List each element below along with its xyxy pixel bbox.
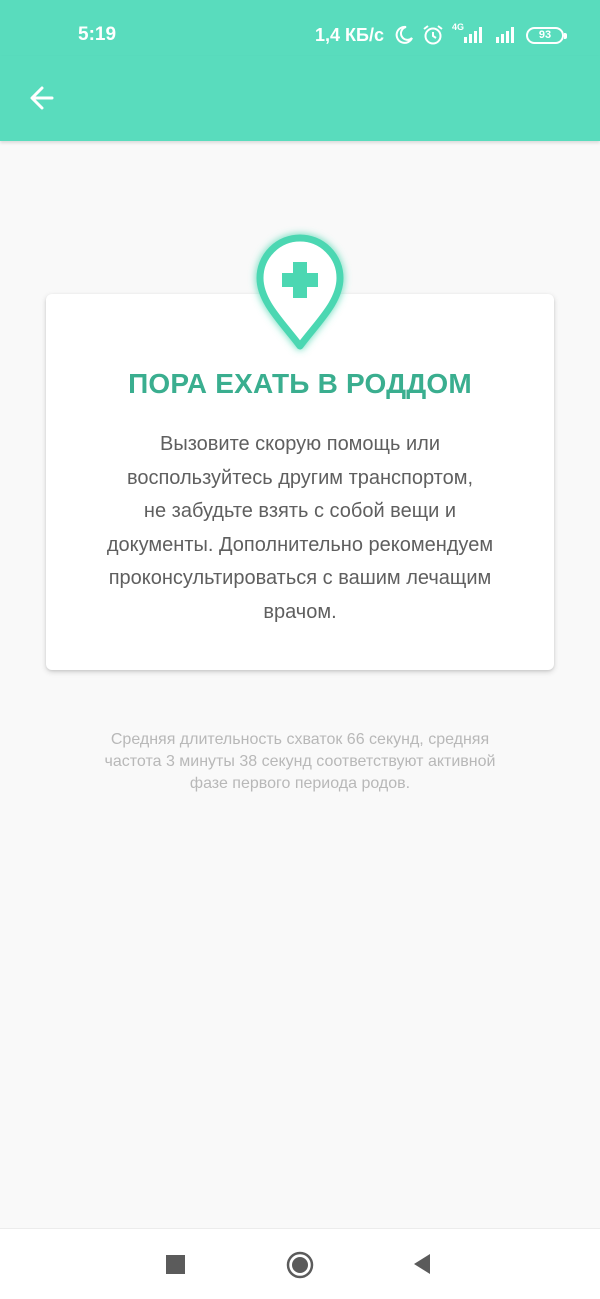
back-triangle-icon[interactable] (412, 1253, 432, 1275)
arrow-left-icon (30, 86, 54, 110)
footnote-line: фазе первого периода родов. (189, 775, 411, 792)
signal-icon (496, 27, 514, 43)
home-icon[interactable] (286, 1251, 314, 1279)
contraction-stats-note: Средняя длительность схваток 66 секунд, … (50, 729, 550, 795)
moon-icon (395, 25, 413, 44)
medical-location-pin-icon (256, 234, 344, 350)
status-time: 5:19 (78, 24, 117, 45)
card-body-line: Вызовите скорую помощь или (159, 433, 441, 455)
card-body-line: врачом. (263, 600, 337, 623)
status-bar: 5:19 1,4 КБ/с 4G 93 (0, 0, 600, 56)
network-speed: 1,4 КБ/с (315, 24, 384, 45)
card-body-line: не забудьте взять с собой вещи и (143, 500, 457, 522)
back-button[interactable] (20, 76, 64, 120)
card-body: Вызовите скорую помощь или воспользуйтес… (66, 428, 534, 629)
app-bar (0, 56, 600, 141)
card-body-line: проконсультироваться с вашим лечащим (108, 567, 492, 589)
card-title: ПОРА ЕХАТЬ В РОДДОМ (128, 368, 472, 399)
status-icons: 1,4 КБ/с 4G 93 (315, 22, 567, 48)
battery-icon: 93 (526, 26, 567, 44)
alarm-icon (423, 25, 443, 45)
battery-level: 93 (538, 29, 552, 41)
footnote-line: Средняя длительность схваток 66 секунд, … (110, 731, 490, 748)
footnote-line: частота 3 минуты 38 секунд соответствуют… (104, 753, 496, 770)
card-body-line: воспользуйтесь другим транспортом, (126, 466, 474, 489)
system-nav-bar (0, 1228, 600, 1299)
recent-apps-icon[interactable] (166, 1255, 185, 1274)
card-body-line: документы. Дополнительно рекомендуем (106, 533, 494, 556)
signal-4g-icon: 4G (452, 22, 486, 45)
